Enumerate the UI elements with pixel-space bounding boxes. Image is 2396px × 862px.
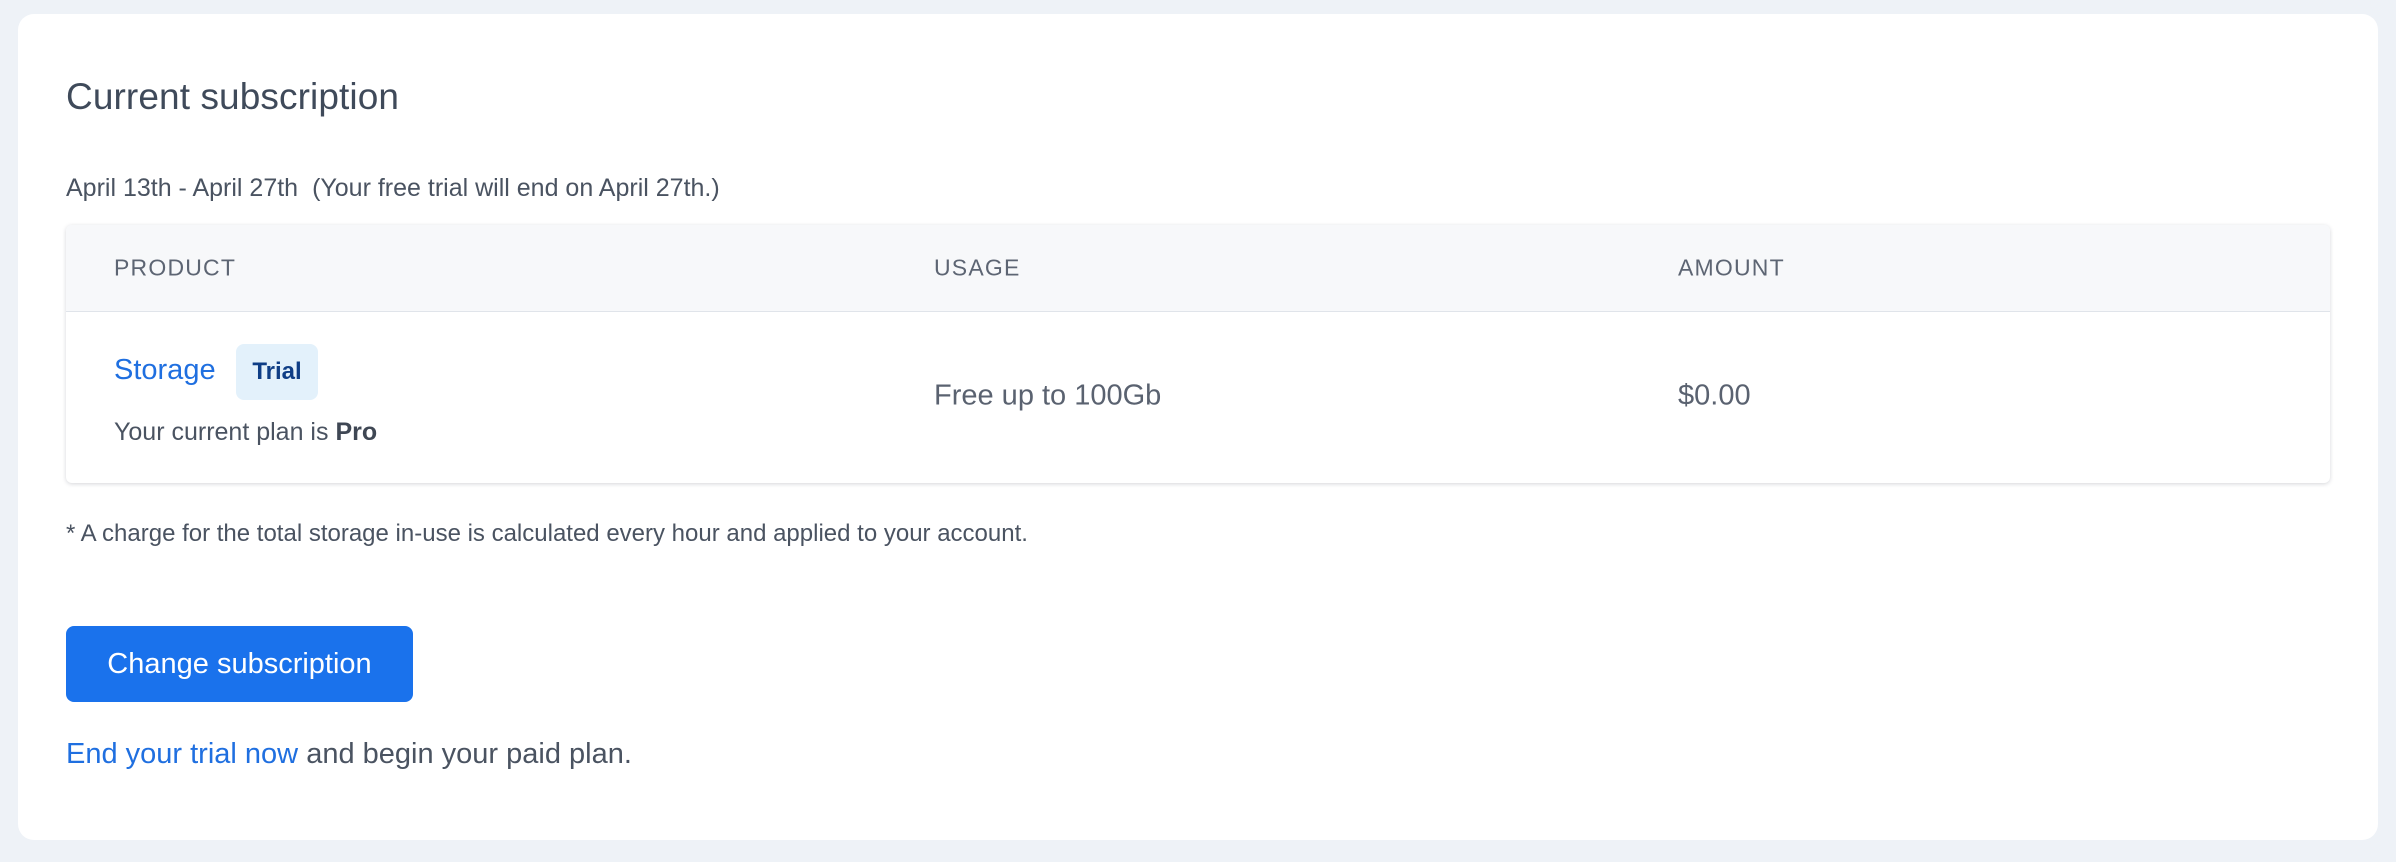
header-product: PRODUCT xyxy=(114,254,237,281)
product-link-storage[interactable]: Storage xyxy=(114,354,216,387)
page-title: Current subscription xyxy=(66,76,400,117)
subscription-card: Current subscription April 13th - April … xyxy=(18,14,2378,840)
period-range: April 13th - April 27th xyxy=(66,174,299,202)
usage-value: Free up to 100Gb xyxy=(934,379,1162,412)
subscription-table: PRODUCT USAGE AMOUNT Storage Trial Your … xyxy=(66,225,2330,483)
end-trial-line: End your trial now and begin your paid p… xyxy=(66,738,632,771)
plan-prefix: Your current plan is xyxy=(114,418,329,446)
amount-value: $0.00 xyxy=(1678,379,1751,412)
billing-footnote: * A charge for the total storage in-use … xyxy=(66,520,1028,547)
table-row: Storage Trial Your current plan is Pro F… xyxy=(66,312,2330,483)
end-trial-suffix: and begin your paid plan. xyxy=(306,738,632,770)
header-amount: AMOUNT xyxy=(1678,254,1785,281)
current-plan-text: Your current plan is Pro xyxy=(114,418,377,447)
header-usage: USAGE xyxy=(934,254,1021,281)
end-trial-link[interactable]: End your trial now xyxy=(66,738,298,770)
plan-name: Pro xyxy=(335,418,378,446)
change-subscription-button[interactable]: Change subscription xyxy=(66,626,413,702)
billing-period: April 13th - April 27th (Your free trial … xyxy=(66,174,720,203)
trial-note: (Your free trial will end on April 27th.… xyxy=(312,174,720,202)
trial-badge: Trial xyxy=(236,344,318,400)
table-header: PRODUCT USAGE AMOUNT xyxy=(66,225,2330,312)
